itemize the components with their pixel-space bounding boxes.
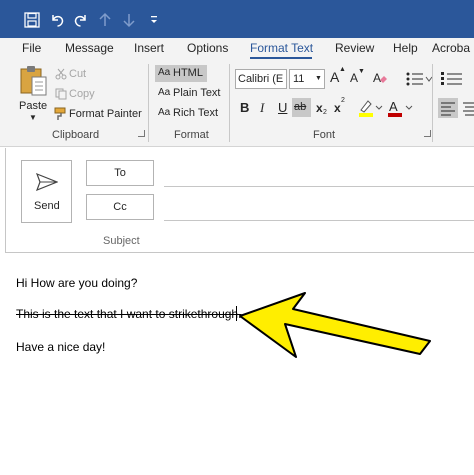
subject-label: Subject <box>103 235 140 247</box>
send-label: Send <box>34 200 60 212</box>
divider <box>432 64 433 142</box>
ribbon-tabs: File Message Insert Options Format Text … <box>0 38 474 60</box>
font-launcher-icon[interactable] <box>424 130 431 137</box>
align-left-button[interactable] <box>438 98 458 118</box>
to-button[interactable]: To <box>86 160 154 186</box>
font-color-button[interactable]: A <box>387 98 413 118</box>
clipboard-icon <box>20 66 47 96</box>
active-tab-indicator <box>250 57 312 59</box>
highlighter-icon <box>359 100 383 117</box>
divider <box>229 64 230 142</box>
format-painter-button[interactable]: Format Painter <box>69 108 142 120</box>
header-border <box>5 148 6 252</box>
superscript-button[interactable]: x <box>334 101 341 115</box>
font-family-select[interactable]: Calibri (E <box>235 69 287 89</box>
font-size-value: 11 <box>293 73 305 85</box>
header-divider <box>5 252 165 253</box>
format-group-label: Format <box>174 129 209 141</box>
align-center-icon <box>463 102 474 116</box>
to-field[interactable] <box>164 186 474 187</box>
numbering-button[interactable] <box>440 71 470 87</box>
save-icon[interactable] <box>22 10 42 30</box>
format-plain-text-button[interactable]: Aa Plain Text <box>155 85 225 102</box>
font-size-select[interactable]: 11 ▼ <box>289 69 325 89</box>
tab-insert[interactable]: Insert <box>134 41 164 55</box>
text-cursor <box>236 306 237 321</box>
format-rich-label: Rich Text <box>173 107 219 119</box>
bullets-button[interactable] <box>405 71 445 87</box>
bold-button[interactable]: B <box>240 100 249 115</box>
caret-down-icon: ▼ <box>358 68 365 75</box>
clipboard-launcher-icon[interactable] <box>138 130 145 137</box>
cut-icon <box>55 68 67 80</box>
format-rich-text-button[interactable]: Aa Rich Text <box>155 105 225 122</box>
cut-button[interactable]: Cut <box>69 68 86 80</box>
customize-toolbar-icon[interactable] <box>147 10 161 30</box>
subscript-button[interactable]: x <box>316 101 323 115</box>
undo-icon[interactable] <box>47 10 67 30</box>
clear-formatting-button[interactable]: A <box>372 70 388 86</box>
align-left-icon <box>441 102 455 116</box>
shrink-font-button[interactable]: A <box>350 71 358 85</box>
tab-review[interactable]: Review <box>335 41 374 55</box>
subscript-mark: 2 <box>323 109 327 116</box>
chevron-down-icon: ▼ <box>29 113 37 122</box>
clipboard-group-label: Clipboard <box>52 129 100 141</box>
tab-help[interactable]: Help <box>393 41 418 55</box>
format-plain-prefix: Aa <box>158 87 171 98</box>
subject-field[interactable] <box>164 252 474 253</box>
numbering-icon <box>441 72 462 85</box>
tab-format-text[interactable]: Format Text <box>250 41 313 55</box>
send-icon <box>36 173 58 191</box>
body-line: Hi How are you doing? <box>16 276 138 290</box>
grow-font-button[interactable]: A <box>330 69 339 85</box>
format-plain-label: Plain Text <box>173 87 221 99</box>
body-line: Have a nice day! <box>16 340 106 354</box>
format-rich-prefix: Aa <box>158 107 171 118</box>
copy-button[interactable]: Copy <box>69 88 95 100</box>
clear-formatting-icon: A <box>373 71 387 85</box>
caret-up-icon: ▲ <box>339 66 346 73</box>
strikethrough-button[interactable]: ab <box>292 98 311 117</box>
redo-icon[interactable] <box>71 10 91 30</box>
strikethrough-label: ab <box>294 101 307 113</box>
body-line-strikethrough: This is the text that I want to striketh… <box>16 307 242 321</box>
cc-button[interactable]: Cc <box>86 194 154 220</box>
format-html-prefix: Aa <box>158 67 171 78</box>
underline-button[interactable]: U <box>278 100 287 115</box>
ribbon: Paste ▼ Cut Copy Format Painter Clipboar… <box>0 60 474 147</box>
bullets-icon <box>406 72 433 86</box>
title-bar <box>0 0 474 38</box>
font-group-label: Font <box>313 129 336 141</box>
cc-field[interactable] <box>164 220 474 221</box>
copy-icon <box>55 88 67 100</box>
svg-text:A: A <box>389 99 398 114</box>
superscript-mark: 2 <box>341 97 345 104</box>
font-color-icon: A <box>388 99 413 117</box>
paste-label: Paste <box>19 100 48 112</box>
svg-text:A: A <box>373 71 381 85</box>
send-button[interactable]: Send <box>21 160 72 223</box>
down-arrow-icon[interactable] <box>121 10 137 30</box>
up-arrow-icon[interactable] <box>97 10 113 30</box>
highlight-color-button[interactable] <box>357 98 383 118</box>
align-center-button[interactable] <box>462 98 474 118</box>
paste-button[interactable]: Paste ▼ <box>14 65 52 123</box>
format-html-button[interactable]: Aa HTML <box>155 65 207 82</box>
tab-acrobat[interactable]: Acroba <box>432 41 470 55</box>
font-family-value: Calibri (E <box>238 73 284 85</box>
italic-button[interactable]: I <box>260 100 264 116</box>
format-painter-icon <box>54 107 66 120</box>
tab-options[interactable]: Options <box>187 41 228 55</box>
divider <box>148 64 149 142</box>
format-html-label: HTML <box>173 67 203 79</box>
chevron-down-icon: ▼ <box>315 75 322 82</box>
tab-message[interactable]: Message <box>65 41 114 55</box>
tab-file[interactable]: File <box>22 41 41 55</box>
